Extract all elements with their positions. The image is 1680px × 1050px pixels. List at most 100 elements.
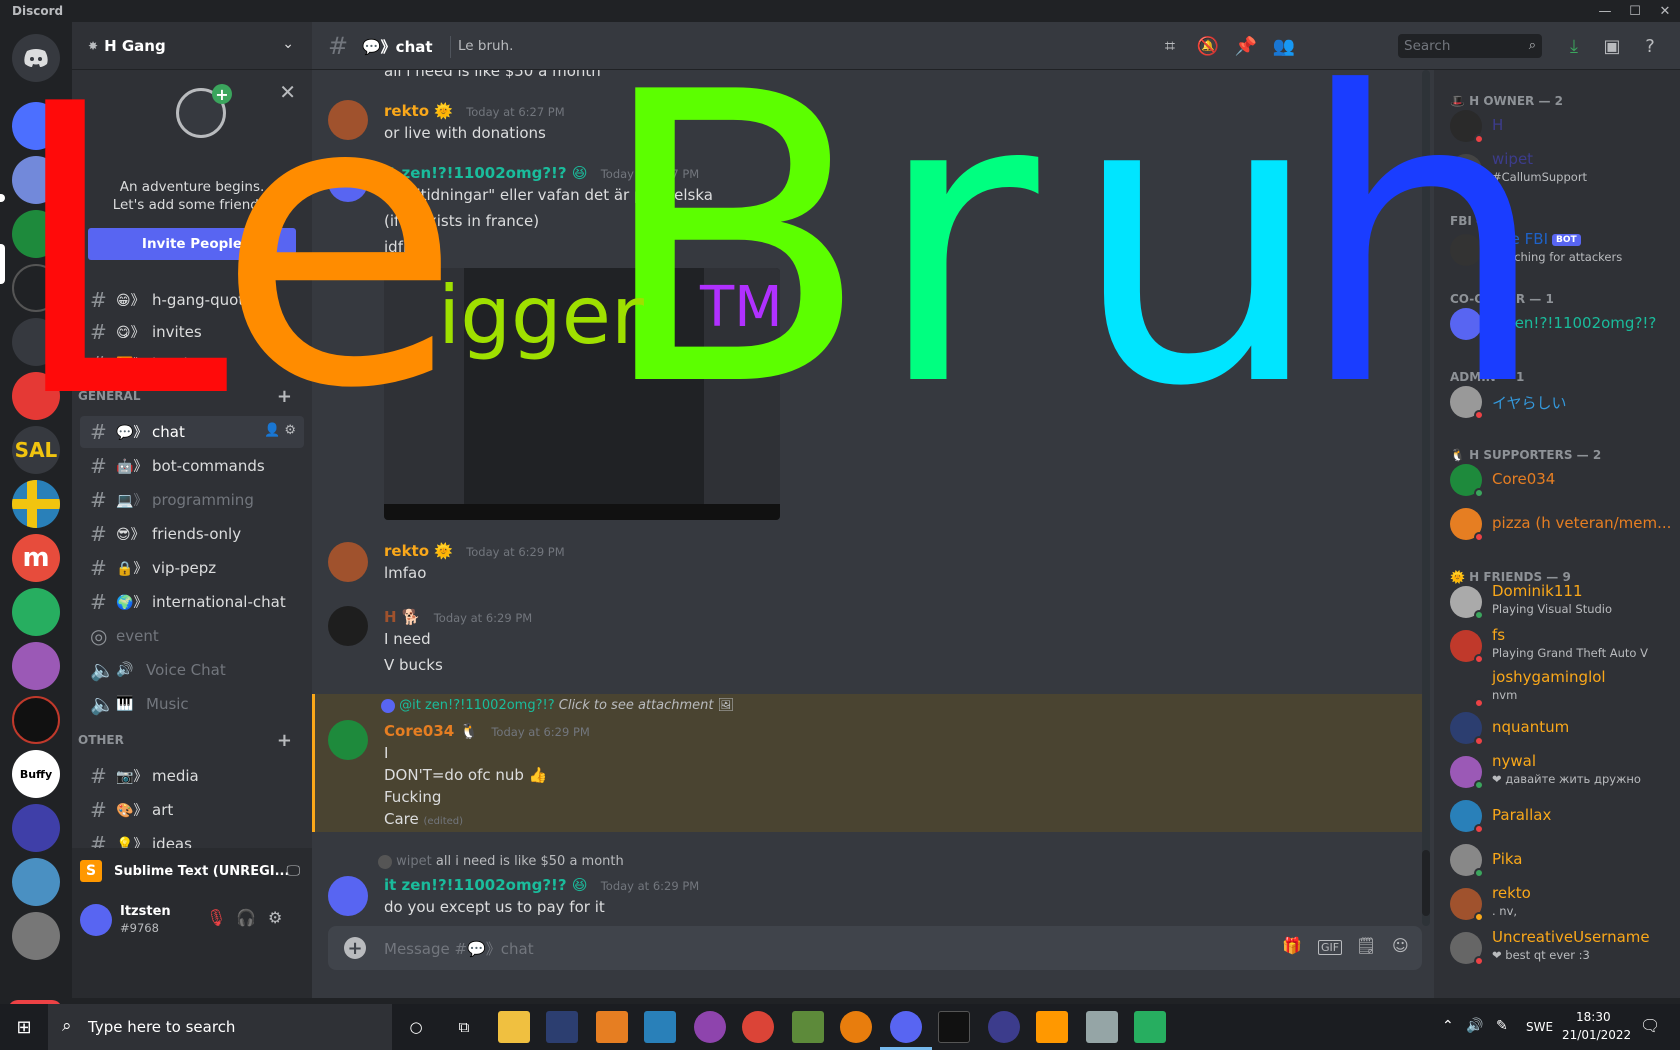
member-name[interactable]: pizza (h veteran/mem... xyxy=(1492,514,1671,532)
member-name[interactable]: joshygaminglol xyxy=(1492,668,1606,686)
channel-vip-pepz[interactable]: # 🔒》 vip-pepz xyxy=(80,552,304,584)
scrollbar-track[interactable] xyxy=(1422,70,1430,926)
message-input[interactable]: + Message #💬》chat 🎁 GIF 🗒 ☺ xyxy=(328,926,1422,970)
server-icon[interactable] xyxy=(12,696,60,744)
terminal-icon[interactable] xyxy=(938,1011,970,1043)
maximize-button[interactable]: ☐ xyxy=(1620,0,1650,22)
server-icon[interactable] xyxy=(12,372,60,420)
mute-microphone-icon[interactable]: 🎙 xyxy=(206,908,226,927)
add-attachment-icon[interactable]: + xyxy=(344,937,366,959)
app-icon[interactable] xyxy=(1134,1011,1166,1043)
screen-share-icon[interactable]: 🖵 xyxy=(287,863,301,879)
help-icon[interactable]: ? xyxy=(1638,34,1662,58)
add-channel-icon[interactable]: + xyxy=(277,730,292,751)
member-name[interactable]: Core034 xyxy=(1492,470,1555,488)
image-attachment[interactable] xyxy=(384,268,780,520)
channel-art[interactable]: # 🎨》 art xyxy=(80,794,304,826)
member-name[interactable]: Parallax xyxy=(1492,806,1551,824)
member-name[interactable]: it zen!?!11002omg?!? xyxy=(1492,314,1656,332)
gift-icon[interactable]: 🎁 xyxy=(1282,936,1302,955)
pen-icon[interactable]: ✎ xyxy=(1496,1018,1508,1034)
avatar[interactable] xyxy=(328,542,368,582)
channel-voice-chat[interactable]: 🔈 🔊 Voice Chat xyxy=(80,654,304,686)
reply-author[interactable]: @it zen!?!11002omg?!? xyxy=(399,698,554,713)
channel-topic[interactable]: Le bruh. xyxy=(458,38,513,54)
server-icon[interactable] xyxy=(12,210,60,258)
member-name[interactable]: H xyxy=(1492,116,1503,134)
notification-center-icon[interactable]: 🗨 xyxy=(1640,1016,1660,1035)
gif-icon[interactable]: GIF xyxy=(1318,940,1343,955)
category-other[interactable]: OTHER + xyxy=(74,730,304,751)
pin-icon[interactable]: 📌 xyxy=(1234,34,1258,58)
message-author[interactable]: Core034 🐧 Today at 6:29 PM xyxy=(384,722,590,740)
server-icon[interactable] xyxy=(12,912,60,960)
add-channel-icon[interactable]: + xyxy=(277,386,292,407)
member-name[interactable]: nquantum xyxy=(1492,718,1569,736)
channel-h-gang-quotes[interactable]: # 😁》 h-gang-quotes xyxy=(80,284,304,316)
clock-time[interactable]: 18:30 xyxy=(1576,1010,1611,1024)
author-name[interactable]: rekto xyxy=(384,542,429,560)
author-name[interactable]: H xyxy=(384,608,397,626)
chevron-down-icon[interactable]: ⌄ xyxy=(282,36,294,52)
tray-chevron-icon[interactable]: ⌃ xyxy=(1442,1018,1454,1034)
minecraft-icon[interactable] xyxy=(792,1011,824,1043)
avatar[interactable] xyxy=(328,162,368,202)
close-icon[interactable]: ✕ xyxy=(279,80,296,104)
message-author[interactable]: it zen!?!11002omg?!? 😆 Today at 6:29 PM xyxy=(384,876,699,894)
server-icon[interactable] xyxy=(12,804,60,852)
cortana-icon[interactable]: ○ xyxy=(400,1011,432,1043)
channel-friends-only[interactable]: # 😎》 friends-only xyxy=(80,518,304,550)
sublime-taskbar-icon[interactable] xyxy=(1036,1011,1068,1043)
member-name-text[interactable]: The FBI xyxy=(1492,230,1548,248)
task-view-icon[interactable]: ⧉ xyxy=(448,1011,480,1043)
reply-preview[interactable]: wipet all i need is like $50 a month xyxy=(378,854,624,869)
inbox-icon[interactable]: ▣ xyxy=(1600,34,1624,58)
server-icon[interactable] xyxy=(12,858,60,906)
server-icon[interactable] xyxy=(12,318,60,366)
channel-media[interactable]: # 📷》 media xyxy=(80,760,304,792)
emoji-icon[interactable]: ☺ xyxy=(1392,936,1409,955)
avatar[interactable] xyxy=(1450,308,1482,340)
channel-bot-commands[interactable]: # 🤖》 bot-commands xyxy=(80,450,304,482)
app-icon[interactable] xyxy=(988,1011,1020,1043)
windows-start-icon[interactable]: ⊞ xyxy=(0,1004,48,1050)
avatar[interactable] xyxy=(328,720,368,760)
channel-invites[interactable]: # 😋》 invites xyxy=(80,316,304,348)
server-icon[interactable] xyxy=(12,642,60,690)
notification-bell-muted-icon[interactable]: 🔕 xyxy=(1196,34,1220,58)
message-author[interactable]: it zen!?!11002omg?!? 😆 Today at 6:27 PM xyxy=(384,164,699,182)
chrome-icon[interactable] xyxy=(742,1011,774,1043)
clock-date[interactable]: 21/01/2022 xyxy=(1562,1028,1631,1042)
member-name[interactable]: UncreativeUsername xyxy=(1492,928,1650,946)
server-header[interactable]: ✸ H Gang ⌄ xyxy=(72,22,312,70)
app-icon[interactable] xyxy=(1086,1011,1118,1043)
member-name[interactable]: Dominik111 xyxy=(1492,582,1583,600)
avatar[interactable] xyxy=(80,904,112,936)
message-author[interactable]: H 🐕 Today at 6:29 PM xyxy=(384,608,532,626)
channel-programming[interactable]: # 💻》 programming xyxy=(80,484,304,516)
member-name[interactable]: イヤらしい xyxy=(1492,392,1567,413)
channel-level[interactable]: # 🔼》 level xyxy=(80,348,304,380)
search-input[interactable]: Search ⌕ xyxy=(1398,34,1542,58)
scrollbar-thumb[interactable] xyxy=(1422,850,1430,916)
headphones-icon[interactable]: 🎧 xyxy=(236,908,256,927)
vr-app-icon[interactable] xyxy=(546,1011,578,1043)
download-icon[interactable]: ⤓ xyxy=(1562,34,1586,58)
taskbar-search-input[interactable]: ⌕ Type here to search xyxy=(48,1004,392,1050)
server-icon[interactable] xyxy=(12,102,60,150)
avatar[interactable] xyxy=(328,606,368,646)
microsoft-store-icon[interactable] xyxy=(644,1011,676,1043)
member-list-icon[interactable]: 👥 xyxy=(1272,34,1296,58)
volume-icon[interactable]: 🔊 xyxy=(1466,1018,1483,1034)
member-name[interactable]: Pika xyxy=(1492,850,1523,868)
server-icon[interactable]: Buffy xyxy=(12,750,60,798)
gear-icon[interactable]: ⚙ xyxy=(268,908,282,927)
reply-preview[interactable]: @it zen!?!11002omg?!? Click to see attac… xyxy=(381,698,734,713)
discord-taskbar-icon[interactable] xyxy=(890,1011,922,1043)
avatar[interactable] xyxy=(328,100,368,140)
avatar[interactable] xyxy=(328,876,368,916)
invite-people-button[interactable]: Invite People xyxy=(88,228,296,260)
minimize-button[interactable]: — xyxy=(1590,0,1620,22)
member-name[interactable]: wipet xyxy=(1492,150,1533,168)
server-icon[interactable] xyxy=(12,480,60,528)
